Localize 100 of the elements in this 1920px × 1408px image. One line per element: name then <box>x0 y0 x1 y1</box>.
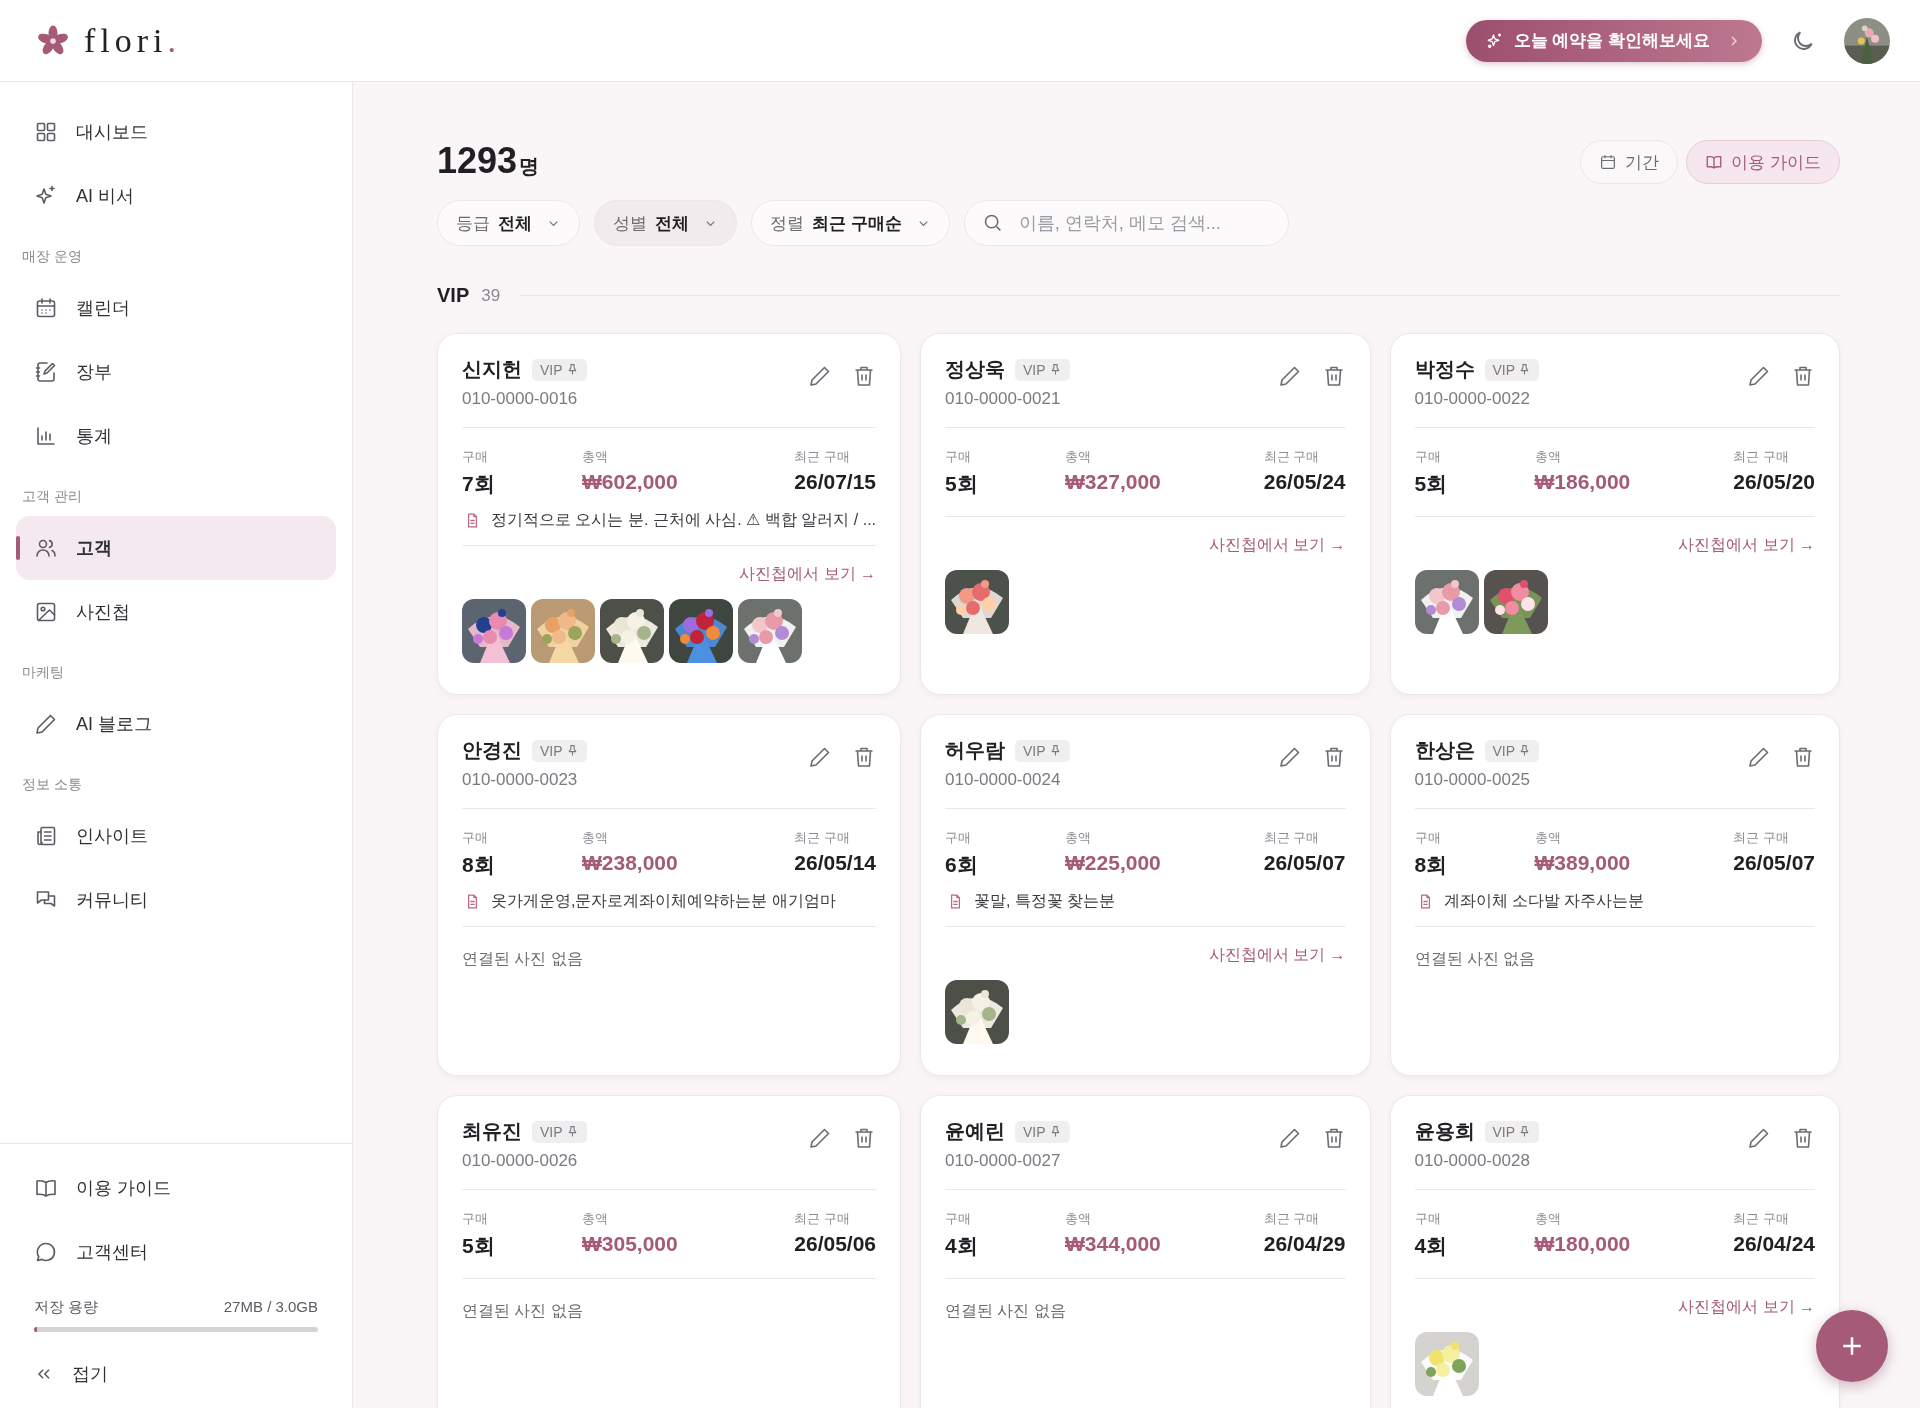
filter-dropdown[interactable]: 성별 전체 <box>594 200 737 246</box>
stat-value: ₩186,000 <box>1534 470 1632 494</box>
album-link[interactable]: 사진첩에서 보기 → <box>1678 535 1815 556</box>
customer-card[interactable]: 윤용희 VIP 010-0000-0028 구매 4회 총액 ₩180,000 최근 구매 26/04/24 사진첩에서 보기 → <box>1389 1095 1840 1408</box>
customer-card[interactable]: 최유진 VIP 010-0000-0026 구매 5회 총액 ₩305,000 최근 구매 26/05/06 연결된 사진 없음 <box>437 1095 902 1408</box>
phone-number: 010-0000-0022 <box>1414 389 1531 409</box>
pencil-icon[interactable] <box>1747 745 1771 769</box>
stat-value: ₩305,000 <box>582 1232 679 1256</box>
brand-name: flori. <box>84 21 182 60</box>
stat-label: 총액 <box>1065 448 1093 466</box>
stat-label: 구매 <box>945 448 973 466</box>
stat-value: 26/05/06 <box>794 1232 877 1256</box>
stat-label: 최근 구매 <box>794 1210 850 1228</box>
customer-card[interactable]: 안경진 VIP 010-0000-0023 구매 8회 총액 ₩238,000 최근 구매 26/05/14 옷가게운영,문자로계좌이체예약하는분 애기엄마 연결된 사진 없음 <box>437 714 902 1076</box>
nav-item[interactable]: 고객센터 <box>16 1220 336 1284</box>
collapse-button[interactable]: 접기 <box>16 1346 336 1402</box>
customer-card[interactable]: 한상은 VIP 010-0000-0025 구매 8회 총액 ₩389,000 최근 구매 26/05/07 계좌이체 소다발 자주사는분 연결된 사진 없음 <box>1389 714 1840 1076</box>
customer-card[interactable]: 신지헌 VIP 010-0000-0016 구매 7회 총액 ₩602,000 최근 구매 26/07/15 정기적으로 오시는 분. 근처에 사심. ⚠ 백합 알러지 / ... 사진첩에서 보기 → <box>437 333 902 695</box>
section-title: 고객 관리 <box>21 487 83 506</box>
memo-text: 옷가게운영,문자로계좌이체예약하는분 애기엄마 <box>491 891 836 911</box>
vip-tag: VIP <box>1484 739 1540 762</box>
nav-item[interactable]: 고객 <box>16 516 336 580</box>
customer-card[interactable]: 정상욱 VIP 010-0000-0021 구매 5회 총액 ₩327,000 최근 구매 26/05/24 사진첩에서 보기 → <box>920 333 1371 695</box>
section-title: 매장 운영 <box>21 247 83 266</box>
memo-text: 계좌이체 소다발 자주사는분 <box>1443 891 1645 911</box>
vip-tag: VIP <box>532 1120 587 1143</box>
memo-text: 정기적으로 오시는 분. 근처에 사심. ⚠ 백합 알러지 / ... <box>491 510 877 530</box>
vip-tag: VIP <box>532 739 587 762</box>
nav-item[interactable]: 캘린더 <box>16 276 336 340</box>
album-link[interactable]: 사진첩에서 보기 → <box>1208 535 1346 556</box>
nav-item[interactable]: 인사이트 <box>16 804 336 868</box>
nav-item[interactable]: 이용 가이드 <box>16 1156 336 1220</box>
pencil-icon[interactable] <box>1747 1126 1771 1150</box>
phone-number: 010-0000-0028 <box>1414 1151 1531 1171</box>
vip-tag: VIP <box>1015 1120 1070 1143</box>
phone-number: 010-0000-0021 <box>945 389 1062 409</box>
album-link[interactable]: 사진첩에서 보기 → <box>1208 945 1346 966</box>
guide-button[interactable]: 이용 가이드 <box>1686 140 1840 184</box>
nav-item[interactable]: AI 비서 <box>16 164 336 228</box>
stat-label: 최근 구매 <box>1733 448 1789 466</box>
customer-name: 박정수 <box>1414 357 1475 382</box>
customer-name: 윤예린 <box>945 1119 1006 1144</box>
period-button[interactable]: 기간 <box>1580 140 1679 184</box>
stat-value: ₩327,000 <box>1065 470 1162 494</box>
stat-value: 8회 <box>1414 852 1449 878</box>
stat-label: 총액 <box>582 1210 609 1228</box>
section-title: 정보 소통 <box>21 775 83 794</box>
customer-name: 윤용희 <box>1414 1119 1475 1144</box>
stat-label: 최근 구매 <box>1263 1210 1320 1228</box>
filter-dropdown[interactable]: 등급 전체 <box>437 200 580 246</box>
stat-value: 26/05/07 <box>1263 851 1346 875</box>
pencil-icon[interactable] <box>1747 364 1771 388</box>
nav-item[interactable]: AI 블로그 <box>16 692 336 756</box>
filter-dropdown[interactable]: 정렬 최근 구매순 <box>751 200 950 246</box>
customer-card[interactable]: 박정수 VIP 010-0000-0022 구매 5회 총액 ₩186,000 최근 구매 26/05/20 사진첩에서 보기 → <box>1389 333 1840 695</box>
customer-card[interactable]: 허우람 VIP 010-0000-0024 구매 6회 총액 ₩225,000 최근 구매 26/05/07 꽃말, 특정꽃 찾는분 사진첩에서 보기 → <box>920 714 1371 1076</box>
calendar-icon <box>1599 153 1618 171</box>
nav-item[interactable]: 사진첩 <box>16 580 336 644</box>
stat-value: ₩344,000 <box>1065 1232 1162 1256</box>
phone-number: 010-0000-0026 <box>462 1151 579 1171</box>
stat-label: 최근 구매 <box>1733 829 1789 847</box>
stat-label: 총액 <box>1534 448 1562 466</box>
no-photos-text: 연결된 사진 없음 <box>462 1301 584 1321</box>
section-heading: VIP <box>437 284 470 307</box>
sparkle-icon <box>1485 31 1504 50</box>
stat-label: 최근 구매 <box>1263 448 1320 466</box>
stat-label: 구매 <box>462 829 489 847</box>
stat-value: ₩238,000 <box>582 851 679 875</box>
customer-count: 1293명 <box>437 140 540 182</box>
customer-name: 허우람 <box>945 738 1006 763</box>
nav-item[interactable]: 장부 <box>16 340 336 404</box>
stat-value: 26/05/07 <box>1733 851 1815 875</box>
reservation-button[interactable]: 오늘 예약을 확인해보세요 <box>1465 19 1762 62</box>
stat-value: 5회 <box>462 1233 496 1259</box>
album-link[interactable]: 사진첩에서 보기 → <box>1678 1297 1815 1318</box>
pencil-icon <box>34 712 58 736</box>
nav-item[interactable]: 통계 <box>16 404 336 468</box>
customer-name: 한상은 <box>1414 738 1475 763</box>
memo-text: 꽃말, 특정꽃 찾는분 <box>974 891 1116 911</box>
customer-card[interactable]: 윤예린 VIP 010-0000-0027 구매 4회 총액 ₩344,000 최근 구매 26/04/29 연결된 사진 없음 <box>920 1095 1371 1408</box>
stat-value: ₩602,000 <box>582 470 679 494</box>
image-icon <box>34 600 58 624</box>
vip-tag: VIP <box>1015 358 1070 381</box>
storage-reading: 27MB / 3.0GB <box>223 1298 318 1317</box>
stat-label: 최근 구매 <box>1733 1210 1789 1228</box>
add-button[interactable] <box>1816 1310 1888 1382</box>
stat-label: 최근 구매 <box>794 829 850 847</box>
storage-label: 저장 용량 <box>34 1298 99 1317</box>
grid-icon <box>34 120 58 144</box>
album-link[interactable]: 사진첩에서 보기 → <box>739 564 877 585</box>
stat-value: 5회 <box>945 471 979 497</box>
newspaper-icon <box>34 824 58 848</box>
search-field[interactable]: 이름, 연락처, 메모 검색... <box>963 200 1289 246</box>
nav-item[interactable]: 커뮤니티 <box>16 868 336 932</box>
pencil-icon[interactable] <box>1277 1126 1302 1150</box>
pencil-icon[interactable] <box>1277 364 1302 388</box>
stat-label: 최근 구매 <box>794 448 850 466</box>
stat-value: 26/05/20 <box>1733 470 1815 494</box>
pencil-icon[interactable] <box>1277 745 1302 769</box>
nav-item[interactable]: 대시보드 <box>16 100 336 164</box>
